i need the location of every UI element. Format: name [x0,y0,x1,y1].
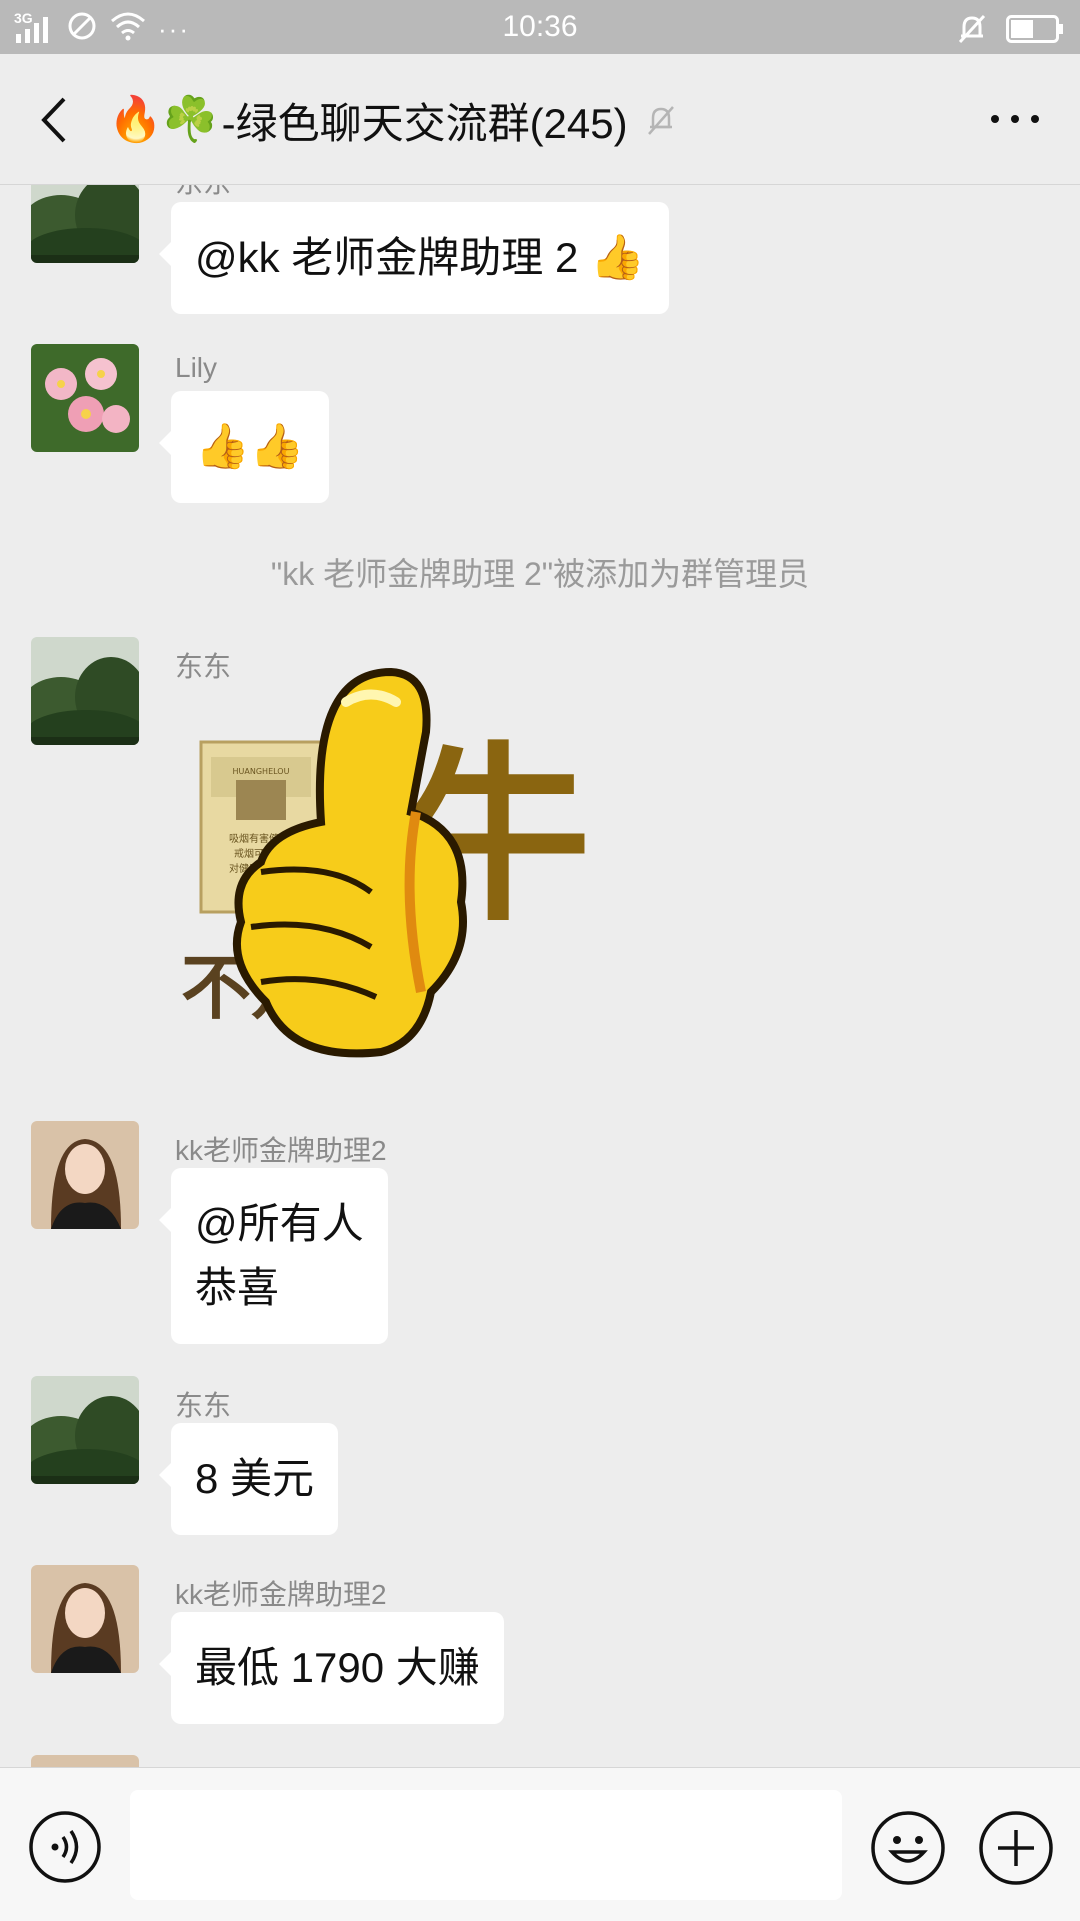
sender-name: 东东 [175,1390,232,1421]
more-actions-button[interactable] [978,1810,1054,1886]
smiley-icon [871,1811,945,1885]
input-bar [0,1767,1080,1921]
avatar-lily[interactable] [31,344,139,452]
message-bubble[interactable]: @kk 老师金牌助理 2 👍 [159,202,669,314]
thumbs-up-icon: 👍👍 [195,422,305,471]
sender-name: Lily [175,352,218,383]
avatar-kk-assistant[interactable] [31,1755,139,1767]
message-list[interactable]: 东东 @kk 老师金牌助理 2 👍 Lily 👍👍 "kk 老师金牌助理 2"被… [0,185,1080,1767]
voice-button[interactable] [28,1810,102,1884]
chat-header: 🔥☘️ -绿色聊天交流群(245) [0,54,1080,185]
message-text: 8 美元 [195,1455,315,1502]
plus-icon [979,1811,1053,1885]
message-text-line: 恭喜 [195,1264,280,1311]
message-text-line: @所有人 [195,1200,364,1247]
message-input[interactable] [130,1790,842,1900]
thumbs-up-sticker[interactable]: 牛 不是 HUANGHELOU 吸烟有害健康 戒烟可减少 对健康的危害 [171,662,591,1082]
message-text: 最低 1790 大赚 [195,1644,480,1691]
battery-icon [1006,15,1064,48]
sender-name: kk老师金牌助理2 [175,1579,387,1610]
bell-off-icon [956,12,988,51]
status-icons-right [956,12,1064,51]
message-bubble[interactable]: 8 美元 [158,1423,339,1535]
avatar-kk-assistant[interactable] [31,1121,139,1229]
avatar-kk-assistant[interactable] [31,1565,139,1673]
status-time: 10:36 [502,10,578,43]
message-text: @kk 老师金牌助理 2 [195,234,579,281]
avatar-dongdong[interactable] [31,1376,139,1484]
system-message: "kk 老师金牌助理 2"被添加为群管理员 [270,556,810,592]
sender-name: kk老师金牌助理2 [175,1135,387,1166]
avatar-dongdong[interactable] [31,185,139,263]
avatar-dongdong[interactable] [31,637,139,745]
sender-name: 东东 [175,185,231,201]
emoji-button[interactable] [870,1810,946,1886]
mute-bell-icon [646,103,676,137]
chat-title-text: -绿色聊天交流群(245) [221,99,628,147]
status-bar: 3G ··· 10:36 [0,0,1080,54]
chat-title: 🔥☘️ -绿色聊天交流群(245) [108,92,676,148]
voice-icon [29,1811,101,1883]
title-emoji: 🔥☘️ [108,95,218,144]
message-bubble[interactable]: @所有人 恭喜 [159,1168,388,1344]
more-dots-icon [991,115,1039,123]
back-button[interactable] [28,92,78,148]
svg-text:HUANGHELOU: HUANGHELOU [233,767,290,776]
chevron-left-icon [41,97,66,143]
more-options-button[interactable] [980,94,1050,144]
thumbs-up-icon: 👍 [590,233,645,282]
message-bubble[interactable]: 最低 1790 大赚 [159,1612,504,1724]
message-bubble[interactable]: 👍👍 [159,391,329,503]
